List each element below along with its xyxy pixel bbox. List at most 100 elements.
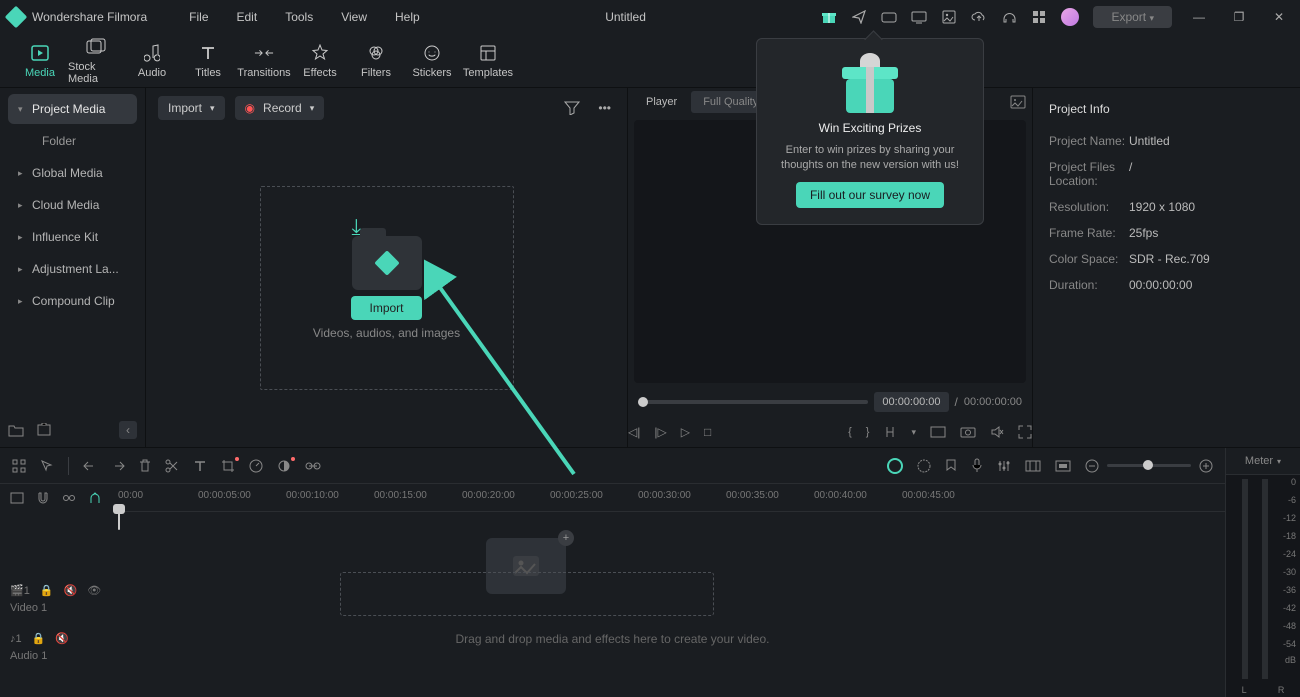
zoom-in-icon[interactable] — [1199, 459, 1213, 473]
add-media-icon[interactable]: + — [558, 530, 574, 546]
record-dropdown[interactable]: ◉Record▾ — [235, 96, 325, 120]
apps-icon[interactable] — [1031, 9, 1047, 25]
color-icon[interactable] — [277, 459, 291, 473]
media-sidebar: ▾Project Media Folder ▸Global Media ▸Clo… — [0, 88, 145, 447]
crop-icon[interactable] — [221, 459, 235, 473]
menu-edit[interactable]: Edit — [237, 10, 258, 24]
survey-button[interactable]: Fill out our survey now — [796, 182, 944, 208]
lock-icon[interactable]: 🔒 — [40, 584, 54, 597]
mark-out-button[interactable]: } — [866, 426, 870, 438]
export-button[interactable]: Export ▾ — [1093, 6, 1172, 28]
preview-scrubber[interactable] — [638, 400, 868, 404]
sidebar-item-compound-clip[interactable]: ▸Compound Clip — [8, 286, 137, 316]
new-folder-icon[interactable] — [8, 423, 24, 437]
tab-filters[interactable]: Filters — [348, 43, 404, 79]
video-track-icon[interactable]: 🎬1 — [10, 584, 30, 597]
sidebar-item-global-media[interactable]: ▸Global Media — [8, 158, 137, 188]
mute-track-icon[interactable]: 🔇 — [64, 584, 78, 597]
link-icon[interactable] — [305, 461, 321, 471]
marker-icon[interactable] — [945, 459, 957, 473]
asset-icon[interactable] — [941, 9, 957, 25]
sidebar-item-project-media[interactable]: ▾Project Media — [8, 94, 137, 124]
step-back-button[interactable]: |▷ — [654, 425, 666, 439]
ai-tool-icon[interactable] — [887, 458, 903, 474]
send-icon[interactable] — [851, 9, 867, 25]
video-track-label: Video 1 — [10, 602, 47, 614]
audio-track-icon[interactable]: ♪1 — [10, 633, 22, 645]
tab-stickers[interactable]: Stickers — [404, 43, 460, 79]
menu-file[interactable]: File — [189, 10, 208, 24]
pointer-tool-icon[interactable] — [12, 459, 26, 473]
tab-transitions[interactable]: Transitions — [236, 43, 292, 79]
redo-icon[interactable] — [111, 460, 125, 472]
magnet-icon[interactable] — [36, 491, 50, 505]
speed-icon[interactable] — [249, 459, 263, 473]
undo-icon[interactable] — [83, 460, 97, 472]
play-button[interactable]: ▷ — [681, 425, 690, 439]
sidebar-item-cloud-media[interactable]: ▸Cloud Media — [8, 190, 137, 220]
cloud-upload-icon[interactable] — [971, 9, 987, 25]
text-tool-icon[interactable] — [193, 459, 207, 473]
display-mode-icon[interactable] — [930, 426, 946, 438]
tab-stock-media[interactable]: Stock Media — [68, 37, 124, 85]
menu-help[interactable]: Help — [395, 10, 420, 24]
hide-track-icon[interactable]: 👁 — [87, 584, 101, 597]
cloud-library-icon[interactable] — [881, 9, 897, 25]
new-bin-icon[interactable] — [36, 423, 52, 437]
camera-icon[interactable] — [960, 426, 976, 438]
mixer-icon[interactable] — [997, 459, 1011, 473]
filter-icon[interactable] — [560, 97, 584, 119]
marker-split-icon[interactable] — [883, 425, 897, 439]
sidebar-item-folder[interactable]: Folder — [8, 126, 137, 156]
gauge-icon[interactable] — [917, 459, 931, 473]
split-icon[interactable] — [165, 459, 179, 473]
import-button[interactable]: Import — [351, 296, 421, 320]
sidebar-item-influence-kit[interactable]: ▸Influence Kit — [8, 222, 137, 252]
zoom-out-icon[interactable] — [1085, 459, 1099, 473]
track-toggle-icon[interactable] — [10, 492, 24, 504]
mute-audio-icon[interactable]: 🔇 — [55, 632, 69, 645]
stop-button[interactable]: □ — [704, 425, 711, 439]
voiceover-icon[interactable] — [971, 458, 983, 474]
sidebar-item-adjustment-layer[interactable]: ▸Adjustment La... — [8, 254, 137, 284]
import-dropdown[interactable]: Import▾ — [158, 96, 225, 120]
snapshot-icon[interactable] — [1010, 95, 1026, 109]
render-icon[interactable] — [1055, 460, 1071, 472]
close-button[interactable]: ✕ — [1272, 10, 1286, 24]
mark-in-button[interactable]: { — [848, 426, 852, 438]
mute-icon[interactable] — [990, 425, 1004, 439]
delete-icon[interactable] — [139, 459, 151, 473]
folder-icon — [352, 236, 422, 290]
media-drop-zone[interactable]: ⤓ Import Videos, audios, and images — [260, 186, 514, 390]
tab-titles[interactable]: Titles — [180, 43, 236, 79]
menu-view[interactable]: View — [341, 10, 367, 24]
minimize-button[interactable]: — — [1192, 10, 1206, 24]
maximize-button[interactable]: ❐ — [1232, 10, 1246, 24]
playhead[interactable] — [118, 512, 120, 530]
tab-effects[interactable]: Effects — [292, 43, 348, 79]
headphones-icon[interactable] — [1001, 9, 1017, 25]
menu-tools[interactable]: Tools — [285, 10, 313, 24]
fullscreen-icon[interactable] — [1018, 425, 1032, 439]
tab-player[interactable]: Player — [634, 91, 689, 113]
lock-audio-icon[interactable]: 🔒 — [32, 632, 46, 645]
timeline-tracks[interactable]: + Drag and drop media and effects here t… — [0, 512, 1225, 697]
collapse-sidebar-button[interactable]: ‹ — [119, 421, 137, 439]
tab-templates[interactable]: Templates — [460, 43, 516, 79]
tab-audio[interactable]: Audio — [124, 43, 180, 79]
auto-ripple-icon[interactable] — [88, 491, 102, 505]
keyframe-icon[interactable] — [1025, 460, 1041, 472]
prev-frame-button[interactable]: ◁| — [628, 425, 640, 439]
zoom-slider[interactable] — [1107, 464, 1191, 467]
user-avatar[interactable] — [1061, 8, 1079, 26]
more-icon[interactable]: ••• — [594, 97, 615, 119]
tab-media[interactable]: Media — [12, 43, 68, 79]
app-name: Wondershare Filmora — [32, 10, 147, 24]
gift-icon[interactable] — [821, 9, 837, 25]
timeline-drop-zone[interactable] — [340, 572, 714, 616]
select-tool-icon[interactable] — [40, 459, 54, 473]
screen-icon[interactable] — [911, 9, 927, 25]
linkage-icon[interactable] — [62, 491, 76, 505]
marker-dropdown-icon[interactable]: ▾ — [911, 427, 916, 438]
timeline-ruler[interactable]: 00:00 00:00:05:00 00:00:10:00 00:00:15:0… — [116, 484, 1225, 512]
